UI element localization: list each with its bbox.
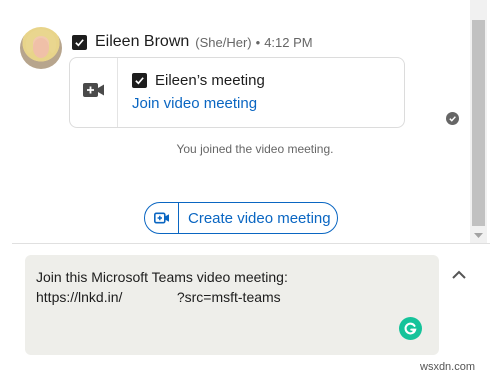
- watermark-text: wsxdn.com: [420, 361, 476, 373]
- message-time: 4:12 PM: [264, 34, 313, 50]
- card-icon-area: [70, 58, 118, 127]
- separator-dot: •: [255, 34, 261, 50]
- scroll-thumb[interactable]: [472, 20, 485, 226]
- join-meeting-link[interactable]: Join video meeting: [132, 95, 265, 112]
- scrollbar[interactable]: [470, 0, 487, 244]
- video-camera-plus-icon: [82, 82, 105, 103]
- video-camera-icon: [145, 203, 179, 233]
- message-composer[interactable]: Join this Microsoft Teams video meeting:…: [25, 255, 439, 355]
- message-header: Eileen Brown (She/Her) • 4:12 PM: [72, 32, 313, 52]
- meeting-title: Eileen’s meeting: [155, 71, 265, 89]
- grammarly-icon[interactable]: [399, 317, 422, 340]
- checkbox-icon: [72, 34, 87, 50]
- sender-name[interactable]: Eileen Brown: [95, 33, 189, 51]
- message-thread: Eileen Brown (She/Her) • 4:12 PM Eileen’…: [0, 0, 470, 242]
- status-text: You joined the video meeting.: [176, 142, 334, 156]
- avatar-face: [33, 38, 49, 58]
- checkbox-icon: [132, 72, 147, 88]
- card-title-row: Eileen’s meeting: [132, 70, 265, 90]
- divider: [12, 243, 490, 244]
- meeting-card: Eileen’s meeting Join video meeting: [69, 57, 405, 128]
- create-video-meeting-label: Create video meeting: [188, 209, 331, 227]
- card-body: Eileen’s meeting Join video meeting: [118, 58, 265, 127]
- chevron-up-icon[interactable]: [450, 267, 468, 281]
- composer-text[interactable]: Join this Microsoft Teams video meeting:…: [36, 267, 288, 307]
- scroll-down-arrow-icon[interactable]: [470, 228, 487, 242]
- create-video-meeting-button[interactable]: Create video meeting: [144, 202, 338, 234]
- read-receipt-icon: [446, 112, 459, 125]
- sender-pronouns: (She/Her): [195, 34, 252, 50]
- avatar[interactable]: [20, 27, 62, 69]
